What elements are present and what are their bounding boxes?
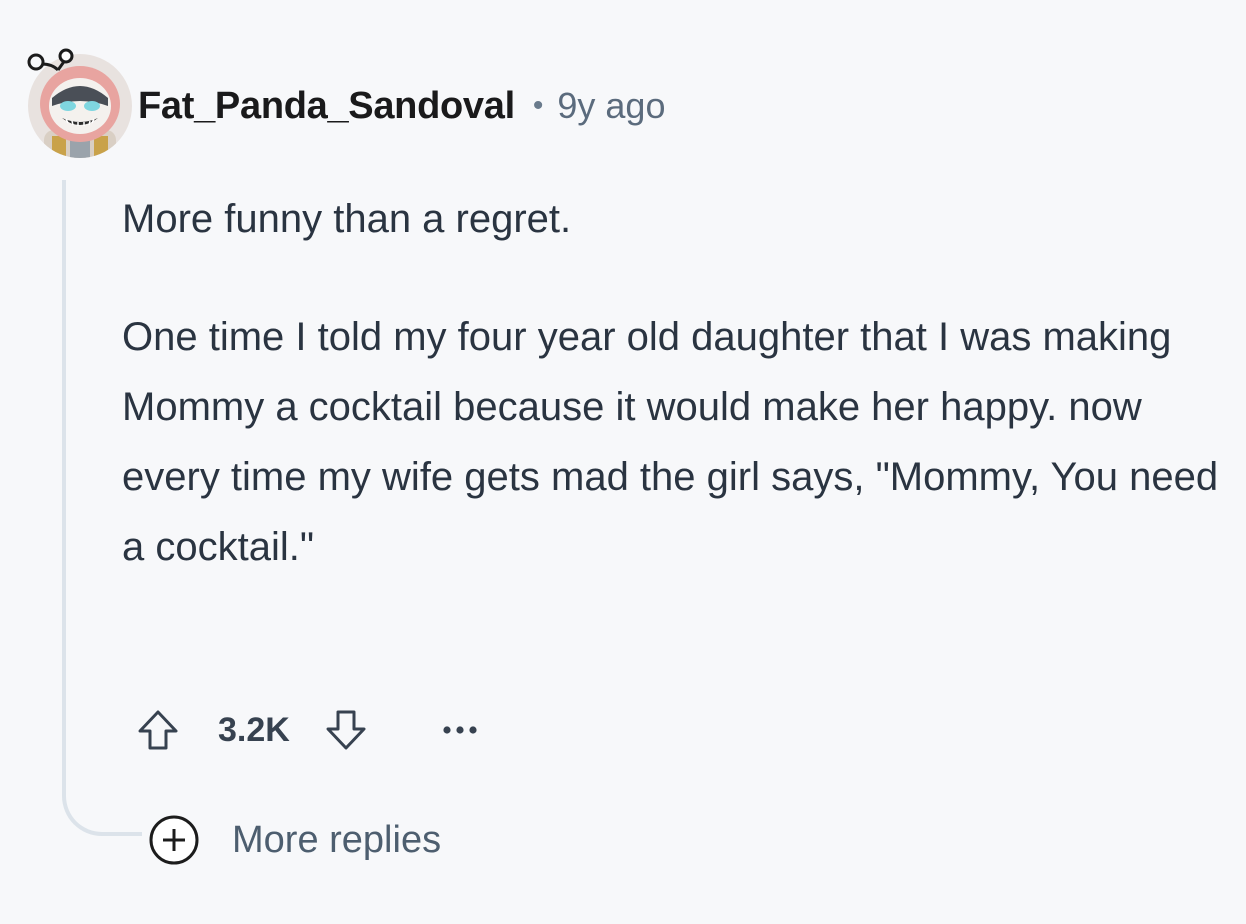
- arrow-down-icon: [326, 710, 366, 750]
- comment-header: Fat_Panda_Sandoval • 9y ago: [138, 80, 665, 132]
- timestamp[interactable]: 9y ago: [557, 85, 665, 127]
- avatar[interactable]: [22, 48, 132, 158]
- vote-score: 3.2K: [218, 710, 290, 749]
- username-link[interactable]: Fat_Panda_Sandoval: [138, 85, 515, 128]
- action-bar: 3.2K: [128, 698, 490, 762]
- ellipsis-icon: [443, 726, 477, 734]
- downvote-button[interactable]: [316, 700, 376, 760]
- arrow-up-icon: [138, 710, 178, 750]
- overflow-menu-button[interactable]: [430, 700, 490, 760]
- snoo-avatar-icon: [27, 48, 132, 158]
- more-replies-label: More replies: [232, 818, 442, 861]
- plus-circle-icon: [149, 815, 199, 865]
- upvote-button[interactable]: [128, 700, 188, 760]
- meta-separator: •: [532, 89, 544, 122]
- comment: Fat_Panda_Sandoval • 9y ago More funny t…: [0, 0, 1246, 924]
- more-replies-button[interactable]: More replies: [146, 812, 441, 868]
- comment-paragraph: More funny than a regret.: [122, 197, 572, 241]
- comment-paragraph: One time I told my four year old daughte…: [122, 315, 1219, 569]
- comment-body: More funny than a regret. One time I tol…: [122, 184, 1222, 630]
